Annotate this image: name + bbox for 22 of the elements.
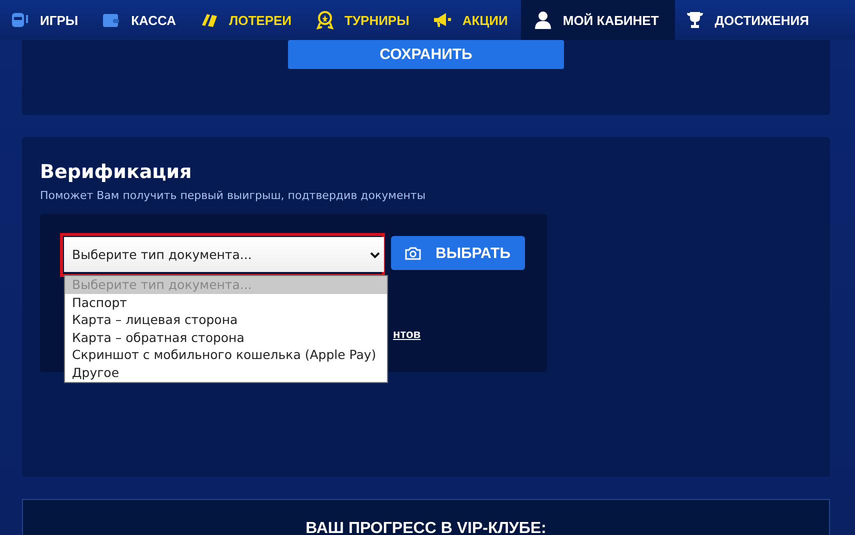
documents-link[interactable]: нтов bbox=[393, 327, 421, 341]
document-type-select[interactable]: Выберите тип документа... bbox=[64, 237, 384, 272]
dropdown-option[interactable]: Паспорт bbox=[65, 294, 387, 312]
user-icon bbox=[532, 10, 553, 30]
nav-tab[interactable]: КАССА bbox=[91, 0, 189, 40]
nav-tab[interactable]: ДОСТИЖЕНИЯ bbox=[674, 0, 822, 40]
choose-button[interactable]: ВЫБРАТЬ bbox=[391, 236, 525, 270]
megaphone-icon bbox=[432, 10, 452, 30]
camera-icon bbox=[405, 246, 422, 260]
nav-tab[interactable]: АКЦИИ bbox=[422, 0, 521, 40]
section-title: Верификация bbox=[40, 161, 193, 183]
vip-title: ВАШ ПРОГРЕСС В VIP-КЛУБЕ: bbox=[306, 520, 546, 535]
section-subtitle: Поможет Вам получить первый выигрыш, подтвердив документы bbox=[40, 189, 427, 202]
trophy-icon bbox=[684, 10, 705, 30]
nav-tab[interactable]: ЛОТЕРЕИ bbox=[188, 0, 304, 40]
save-button[interactable]: СОХРАНИТЬ bbox=[288, 40, 564, 69]
nav-tab[interactable]: МОЙ КАБИНЕТ bbox=[520, 0, 675, 40]
chevron-down-icon bbox=[370, 250, 380, 258]
slot-machine-icon bbox=[10, 10, 30, 30]
medal-icon bbox=[314, 10, 334, 30]
nav-tab[interactable]: ИГРЫ bbox=[0, 0, 92, 40]
nav-tab[interactable]: ТУРНИРЫ bbox=[304, 0, 422, 40]
